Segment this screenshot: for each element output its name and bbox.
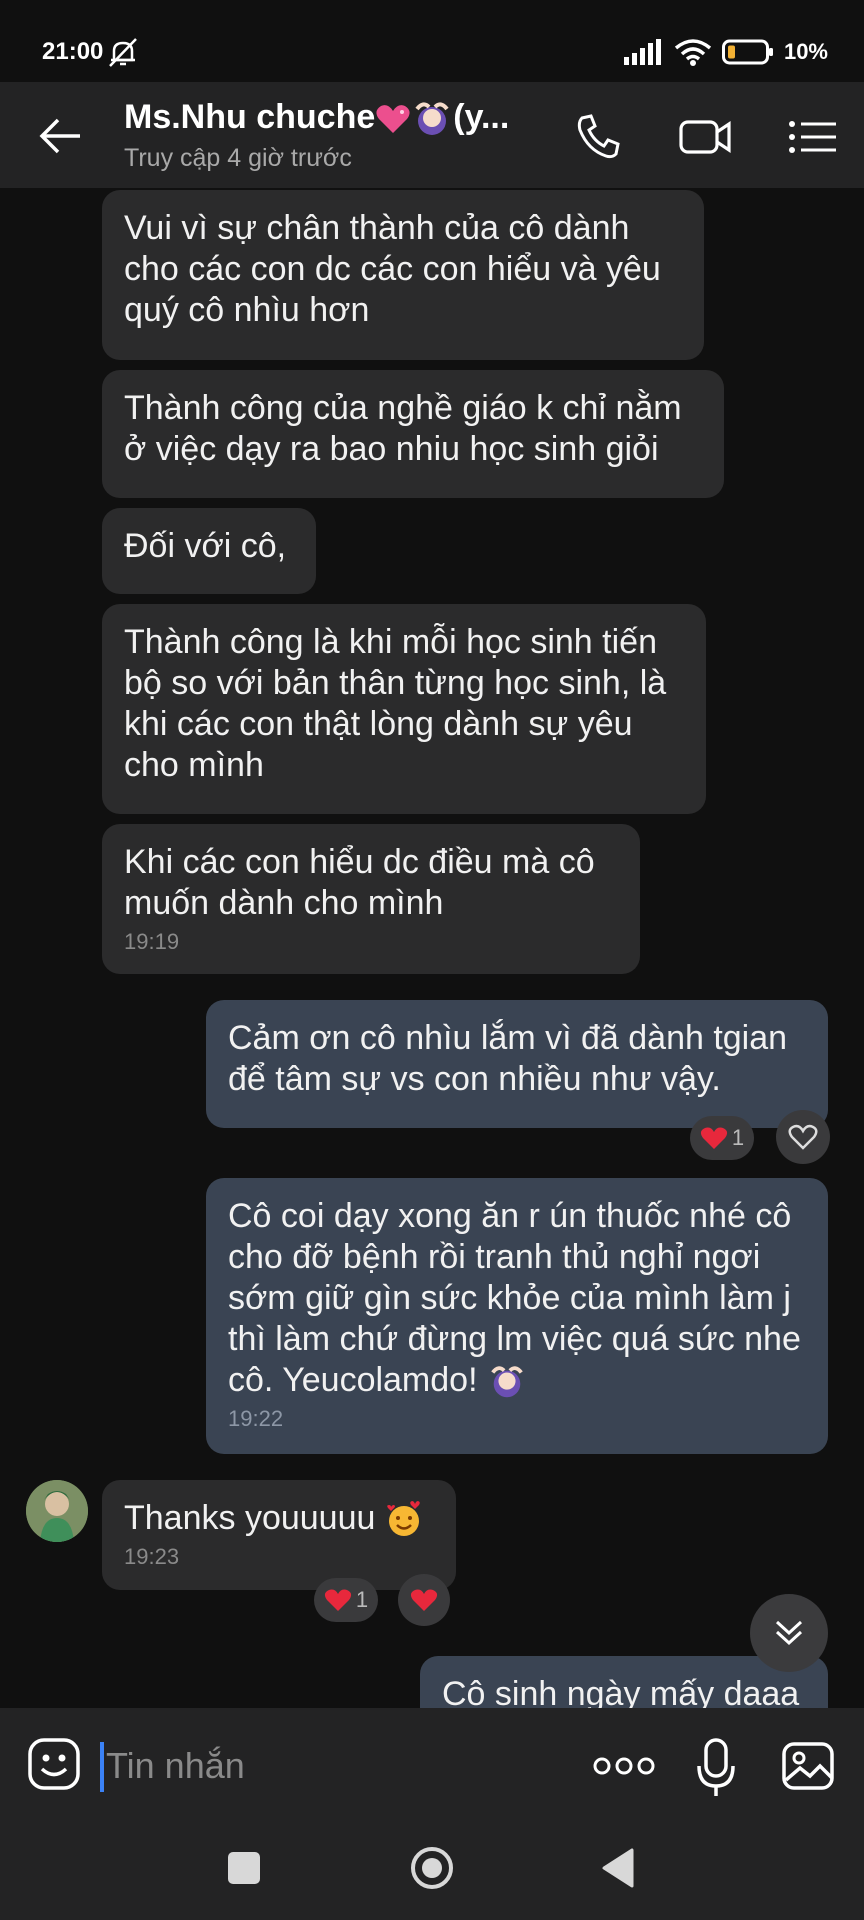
more-dots-icon[interactable] [592,1748,656,1784]
list-menu-icon[interactable] [786,112,842,162]
composer-bar [0,1708,864,1824]
smiling-face-with-hearts-icon [387,1501,420,1537]
woman-gesturing-ok-icon [491,1366,523,1398]
battery-percent: 10% [783,39,828,64]
scroll-to-bottom-button[interactable] [750,1594,828,1672]
message-bubble[interactable]: Cảm ơn cô nhìu lắm vì đã dành tgian để t… [206,1000,828,1128]
woman-gesturing-ok-icon [415,102,449,136]
reaction-count-badge[interactable]: 1 [314,1578,378,1622]
message-text: Vui vì sự chân thành của cô dành cho các… [124,209,661,329]
home-button[interactable] [408,1844,456,1892]
message-list[interactable]: Vui vì sự chân thành của cô dành cho các… [0,188,864,1708]
message-text: Khi các con hiểu dc điều mà cô muốn dành… [124,843,595,922]
message-bubble[interactable]: Cô coi dạy xong ăn r ún thuốc nhé cô cho… [206,1178,828,1454]
recent-apps-button[interactable] [228,1852,260,1884]
message-time: 19:22 [228,1406,284,1432]
sparkling-heart-icon [376,105,410,134]
message-text: Thành công là khi mỗi học sinh tiến bộ s… [124,623,667,784]
message-bubble[interactable]: Thành công của nghề giáo k chỉ nằm ở việ… [102,370,724,498]
message-text: Cô sinh ngày mấy daaa [442,1675,800,1708]
status-bar: 21:00 10% [0,0,864,82]
message-input[interactable] [104,1734,568,1798]
arrow-left-icon[interactable] [32,110,92,162]
battery-icon [721,39,773,65]
phone-icon[interactable] [572,112,628,162]
system-nav-bar [0,1824,864,1920]
react-button[interactable] [776,1110,830,1164]
double-chevron-down-icon [775,1620,803,1646]
message-bubble[interactable]: Khi các con hiểu dc điều mà cô muốn dành… [102,824,640,974]
wifi-icon [674,39,712,66]
reaction-count: 1 [355,1587,369,1612]
message-text: Cảm ơn cô nhìu lắm vì đã dành tgian để t… [228,1019,788,1098]
heart-outline-icon [788,1124,818,1150]
contact-name-text: Ms.Nhu chuche [124,98,376,136]
avatar-image [26,1480,88,1542]
message-text: Đối với cô, [124,527,287,565]
status-indicators: 10% [623,36,828,68]
status-time: 21:00 [42,38,104,65]
message-time: 19:19 [124,929,180,954]
heart-icon [700,1127,727,1149]
last-seen-status: Truy cập 4 giờ trước [124,144,352,172]
heart-icon [324,1589,351,1611]
message-bubble[interactable]: Thanks youuuuu 19:23 [102,1480,456,1590]
avatar[interactable] [26,1480,88,1542]
video-camera-icon[interactable] [678,112,734,162]
react-button[interactable] [398,1574,450,1626]
message-bubble[interactable]: Vui vì sự chân thành của cô dành cho các… [102,190,704,360]
chat-header: Ms.Nhu chuche (y... Truy cập 4 giờ trước [0,82,864,188]
message-bubble[interactable]: Thành công là khi mỗi học sinh tiến bộ s… [102,604,706,814]
contact-name[interactable]: Ms.Nhu chuche (y... [124,98,554,139]
back-triangle-icon[interactable] [600,1846,636,1890]
smiley-sticker-icon[interactable] [26,1736,82,1792]
microphone-icon[interactable] [694,1736,738,1800]
mute-bell-icon [109,38,137,67]
heart-icon [410,1589,438,1611]
image-icon[interactable] [780,1738,836,1794]
reaction-count: 1 [731,1125,745,1150]
message-time: 19:23 [124,1544,180,1570]
signal-icon [623,39,661,65]
message-text: Thành công của nghề giáo k chỉ nằm ở việ… [124,389,682,468]
contact-name-suffix: (y... [453,98,510,136]
reaction-count-badge[interactable]: 1 [690,1116,754,1160]
message-text: Thanks youuuuu [124,1499,376,1537]
message-bubble[interactable]: Đối với cô, [102,508,316,594]
